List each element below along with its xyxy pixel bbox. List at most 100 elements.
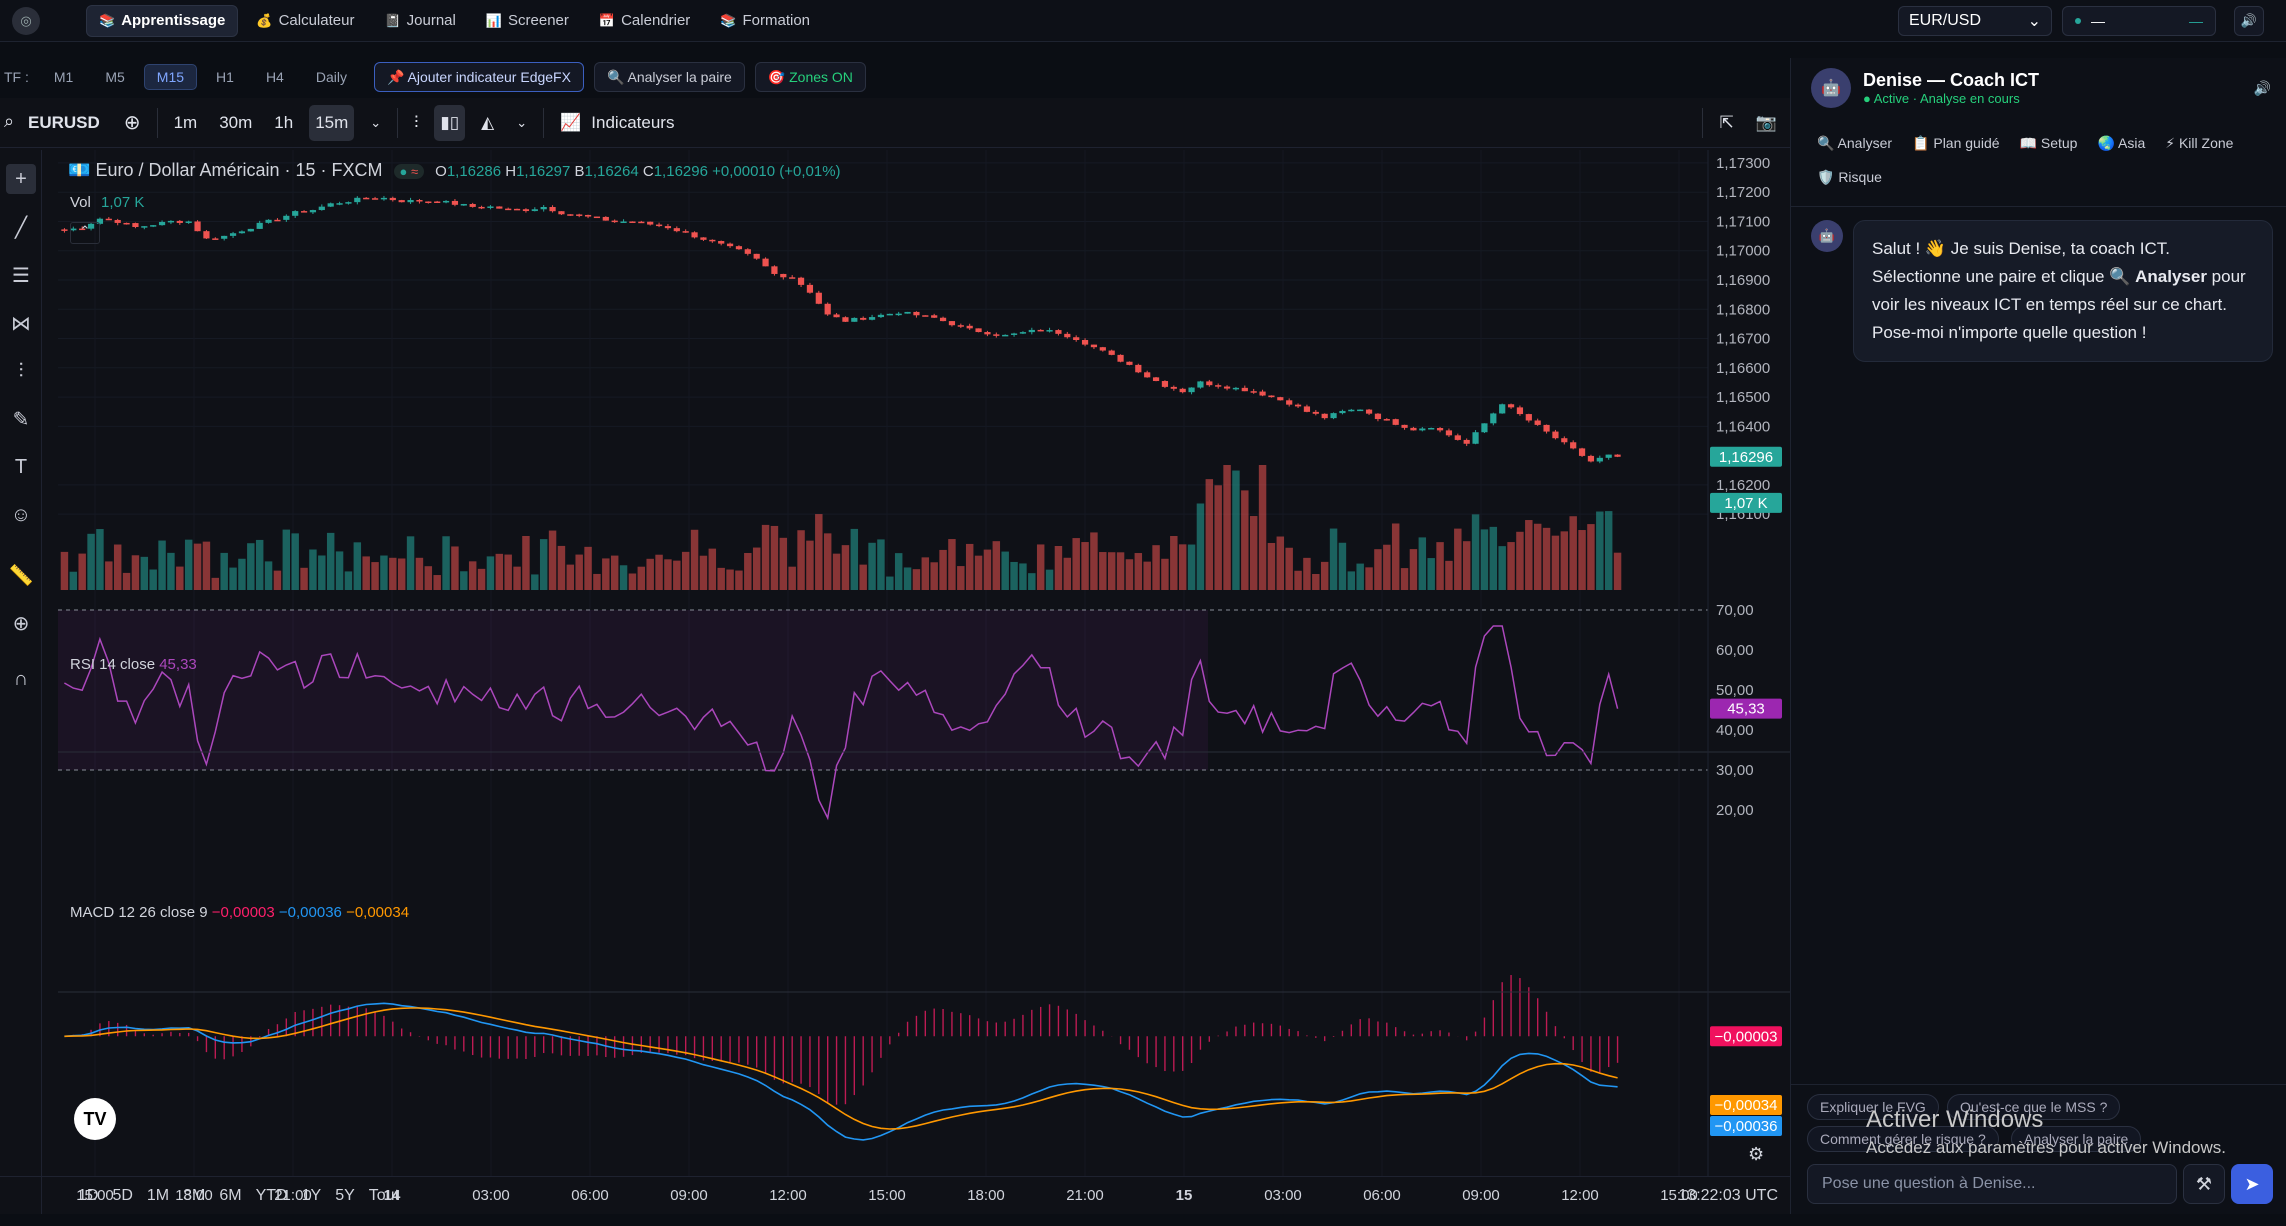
candle-body — [1073, 337, 1080, 341]
tf-button[interactable]: M1 — [41, 64, 86, 90]
candle-body — [691, 232, 698, 238]
chart-canvas[interactable]: 1,17300 1,17200 1,17100 1,17000 1,16900 1,168… — [0, 150, 1790, 1226]
tradingview-logo-icon[interactable]: TV — [74, 1098, 116, 1140]
volume-bar — [193, 543, 202, 590]
interval-button[interactable]: 15m — [309, 104, 355, 141]
quick-action-button[interactable]: 🛡️ Risque — [1807, 164, 1892, 190]
pair-select[interactable]: EUR/USD ⌄ — [1898, 6, 2052, 36]
candle-body — [327, 203, 334, 207]
sound-toggle-icon[interactable]: 🔊 — [2234, 6, 2264, 36]
price-tick: 1,17300 — [1716, 155, 1770, 172]
candles-icon[interactable]: ▮▯ — [434, 104, 466, 141]
nav-item-2[interactable]: 📓 Journal — [372, 5, 467, 37]
screenshot-icon[interactable]: 📷 — [1750, 105, 1783, 141]
clock: 13:22:03 UTC — [1678, 1186, 1778, 1204]
volume-label: Vol — [70, 194, 91, 211]
candle-body — [194, 221, 201, 232]
nav-item-0[interactable]: 📚 Apprentissage — [86, 4, 239, 37]
chat-input[interactable]: Pose une question à Denise... — [1807, 1164, 2177, 1204]
volume-bar — [1214, 485, 1222, 590]
collapse-icon[interactable]: ⌃ — [70, 222, 100, 244]
volume-bar — [770, 525, 779, 590]
nav-label: Screener — [508, 12, 569, 29]
chart-type-chevron-icon[interactable]: ⌄ — [510, 105, 533, 141]
candle-body — [629, 221, 636, 223]
indicators-button[interactable]: Indicateurs — [591, 113, 674, 133]
range-button[interactable]: 1Y — [302, 1187, 322, 1205]
macd-legend: MACD 12 26 close 9 −0,00003 −0,00036 −0,… — [70, 904, 409, 921]
candle-body — [522, 209, 530, 212]
coach-sound-icon[interactable]: 🔊 — [2254, 80, 2271, 97]
quick-actions: 🔍 Analyser 📋 Plan guidé 📖 Setup 🌏 Asia ⚡ Kil… — [1807, 130, 2267, 190]
share-icon[interactable]: ⇱ — [1713, 105, 1739, 141]
volume-bar — [584, 546, 592, 590]
indicators-icon[interactable]: 📈 — [554, 105, 587, 141]
range-button[interactable]: 5D — [112, 1187, 132, 1205]
range-button[interactable]: 1D — [78, 1187, 98, 1205]
volume-bar — [468, 561, 477, 590]
volume-bar — [673, 560, 681, 590]
nav-item-1[interactable]: 💰 Calculateur — [244, 5, 366, 37]
app-logo-icon[interactable]: ◎ — [12, 6, 40, 35]
add-symbol-icon[interactable]: ⊕ — [118, 105, 147, 141]
zones-toggle-button[interactable]: 🎯 Zones ON — [754, 62, 866, 92]
interval-button[interactable]: 1m — [168, 105, 204, 141]
range-button[interactable]: YTD — [256, 1187, 288, 1205]
macd-tag-label: −0,00036 — [1715, 1118, 1778, 1135]
candle-body — [158, 221, 166, 226]
candle-body — [1561, 438, 1568, 443]
volume-bar — [1374, 549, 1382, 590]
range-button[interactable]: Tout — [369, 1187, 399, 1205]
tf-button[interactable]: H1 — [203, 64, 247, 90]
quick-action-button[interactable]: 📋 Plan guidé — [1902, 130, 2010, 156]
candle-body — [700, 237, 707, 240]
tf-button[interactable]: H4 — [253, 64, 297, 90]
volume-bar — [1045, 569, 1054, 590]
analyze-pair-button[interactable]: 🔍 Analyser la paire — [593, 62, 745, 92]
tf-button[interactable]: M5 — [92, 64, 137, 90]
quick-action-button[interactable]: ⚡ Kill Zone — [2155, 130, 2243, 156]
price-tick: 1,16500 — [1716, 389, 1770, 406]
candle-body — [380, 197, 388, 200]
range-button[interactable]: 3M — [183, 1187, 205, 1205]
add-indicator-button[interactable]: 📌 Ajouter indicateur EdgeFX — [373, 62, 584, 92]
symbol-label[interactable]: EURUSD — [28, 113, 100, 133]
range-button[interactable]: 6M — [219, 1187, 241, 1205]
tf-button[interactable]: Daily — [303, 64, 360, 90]
candle-body — [931, 315, 938, 318]
candle-body — [1152, 377, 1160, 382]
candle-body — [469, 204, 476, 207]
quick-action-button[interactable]: 🔍 Analyser — [1807, 130, 1902, 156]
price-tick: 1,16700 — [1716, 331, 1770, 348]
nav-item-5[interactable]: 📚 Formation — [708, 5, 822, 37]
range-button[interactable]: 1M — [147, 1187, 169, 1205]
tf-button[interactable]: M15 — [143, 64, 198, 90]
nav-item-4[interactable]: 📅 Calendrier — [587, 5, 702, 37]
volume-bar — [1303, 557, 1311, 590]
nav-label: Journal — [406, 12, 456, 29]
bar-type-icon[interactable]: ⫶ — [408, 105, 424, 141]
tools-icon[interactable]: ⚒ — [2183, 1164, 2225, 1204]
volume-bar — [504, 554, 512, 590]
volume-bar — [1152, 545, 1160, 590]
nav-item-3[interactable]: 📊 Screener — [474, 5, 581, 37]
range-button[interactable]: 5Y — [335, 1187, 355, 1205]
coach-name: Denise — Coach ICT — [1863, 70, 2040, 90]
quick-action-button[interactable]: 📖 Setup — [2010, 130, 2088, 156]
candle-body — [1365, 409, 1373, 414]
candle-body — [336, 203, 343, 205]
axis-settings-icon[interactable]: ⚙ — [1748, 1144, 1764, 1165]
volume-bar — [655, 554, 663, 590]
legend-open: 1,16286 — [446, 163, 502, 180]
interval-chevron-icon[interactable]: ⌄ — [364, 105, 387, 141]
volume-bar — [1072, 538, 1080, 590]
quick-action-button[interactable]: 🌏 Asia — [2087, 130, 2155, 156]
send-icon[interactable]: ➤ — [2231, 1164, 2273, 1204]
area-chart-icon[interactable]: ◭ — [475, 105, 500, 141]
volume-bar — [744, 552, 752, 590]
search-icon[interactable]: ⌕ — [4, 111, 14, 132]
interval-button[interactable]: 30m — [213, 105, 258, 141]
interval-button[interactable]: 1h — [268, 105, 299, 141]
price-tick: 1,17000 — [1716, 243, 1770, 260]
candle-body — [1596, 457, 1603, 462]
